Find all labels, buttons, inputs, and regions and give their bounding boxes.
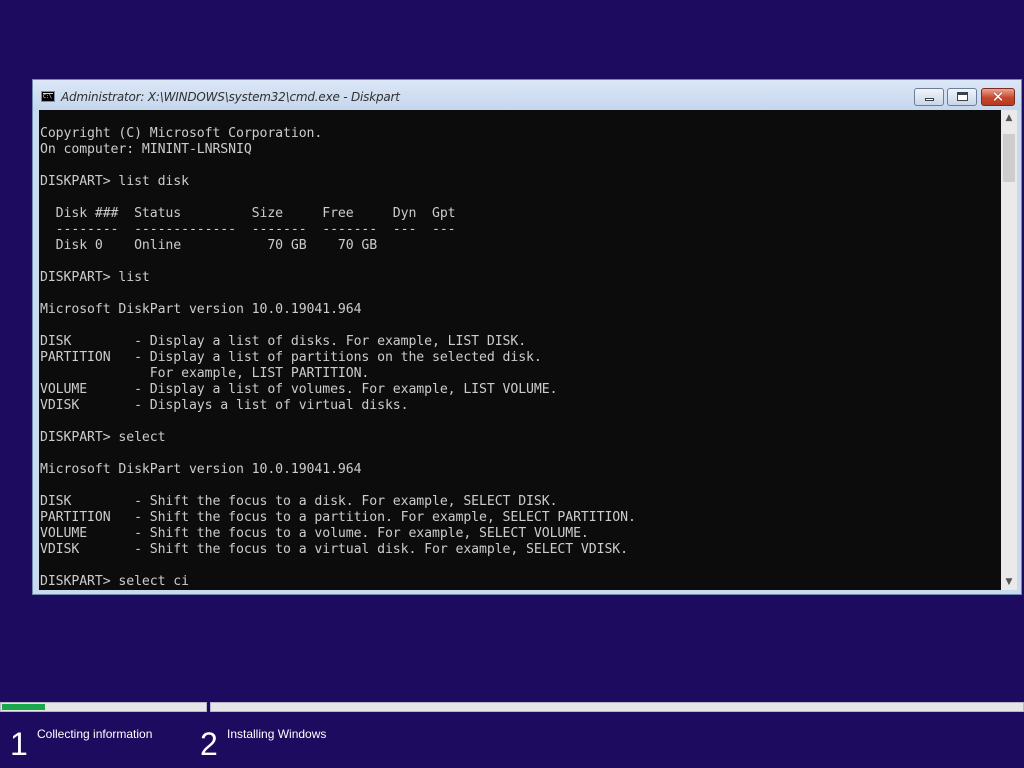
- close-icon: ✕: [991, 88, 1005, 106]
- title-bar[interactable]: Administrator: X:\WINDOWS\system32\cmd.e…: [33, 80, 1021, 110]
- step-number: 2: [200, 726, 218, 762]
- vertical-scrollbar[interactable]: ▲ ▼: [1001, 110, 1017, 590]
- progress-segment-2: [210, 702, 1024, 712]
- step-number: 1: [10, 726, 28, 762]
- scroll-down-icon[interactable]: ▼: [1001, 574, 1017, 590]
- window-title: Administrator: X:\WINDOWS\system32\cmd.e…: [61, 90, 400, 104]
- progress-fill: [2, 704, 45, 710]
- progress-segment-1: [0, 702, 207, 712]
- console-output[interactable]: Copyright (C) Microsoft Corporation. On …: [39, 110, 1001, 590]
- cmd-icon: [41, 91, 55, 102]
- step-label: Installing Windows: [227, 727, 327, 741]
- console-text: Copyright (C) Microsoft Corporation. On …: [40, 126, 636, 589]
- maximize-button[interactable]: [947, 88, 977, 106]
- close-button[interactable]: ✕: [981, 88, 1015, 106]
- minimize-icon: [925, 98, 934, 101]
- step-label: Collecting information: [37, 727, 153, 741]
- setup-background: Administrator: X:\WINDOWS\system32\cmd.e…: [0, 0, 1024, 768]
- maximize-icon: [957, 92, 968, 101]
- scroll-thumb[interactable]: [1003, 134, 1015, 182]
- minimize-button[interactable]: [914, 88, 944, 106]
- scroll-up-icon[interactable]: ▲: [1001, 110, 1017, 126]
- cmd-window[interactable]: Administrator: X:\WINDOWS\system32\cmd.e…: [32, 79, 1022, 595]
- setup-progress-bar: [0, 702, 1024, 712]
